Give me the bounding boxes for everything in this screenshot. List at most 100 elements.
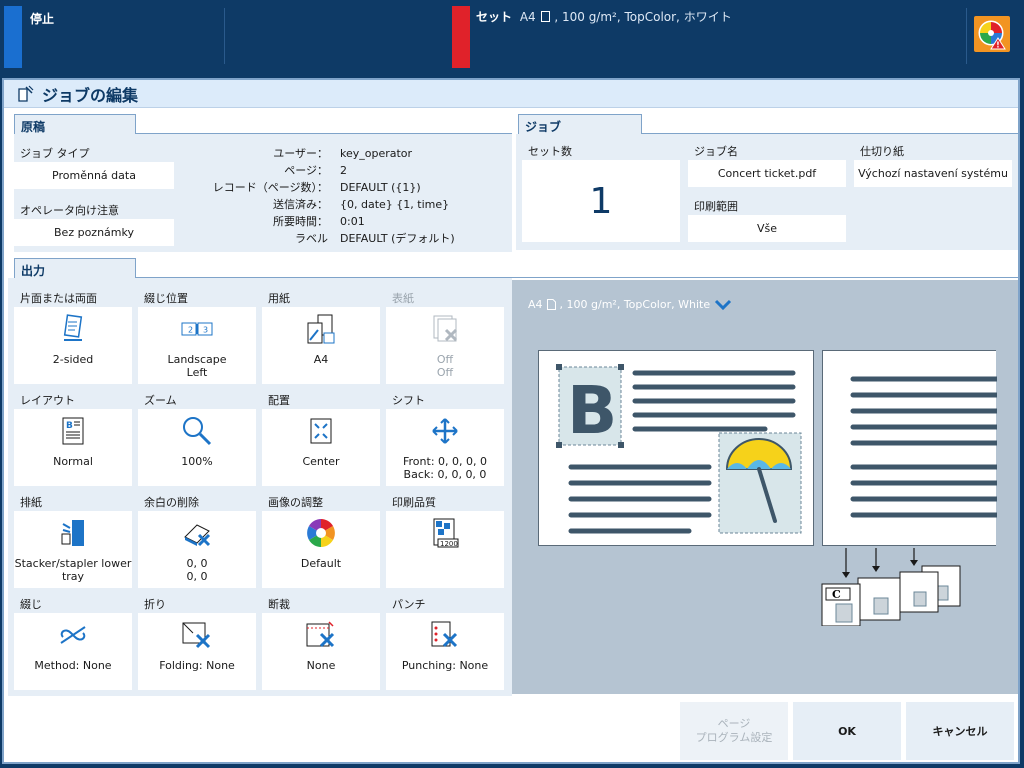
zoom-icon	[180, 415, 214, 447]
info-key: ラベル	[295, 232, 328, 245]
tile-label: ズーム	[138, 388, 256, 409]
info-row-label: ラベル DEFAULT (デフォルト)	[184, 231, 504, 247]
tile-label: 余白の削除	[138, 490, 256, 511]
media-icon	[304, 313, 338, 345]
operator-note-field[interactable]: Bez poznámky	[14, 219, 174, 246]
tile-value: 2-sided	[52, 353, 94, 366]
button-label: プログラム設定	[695, 731, 773, 744]
chevron-down-icon	[715, 299, 732, 310]
tile-label: パンチ	[386, 592, 504, 613]
tile-value: Default	[300, 557, 342, 570]
tile-label: 綴じ位置	[138, 286, 256, 307]
punching-tile[interactable]: パンチ Punching: None	[386, 592, 504, 690]
tile-value: Stacker/stapler lower	[14, 557, 132, 570]
tile-value: Center	[302, 455, 340, 468]
tile-value: None	[306, 659, 336, 672]
binding-edge-icon: 23	[180, 313, 214, 345]
color-wheel-icon	[304, 517, 338, 549]
job-name-label: ジョブ名	[688, 138, 846, 160]
preview-media-details: , 100 g/m², TopColor, White	[559, 298, 711, 311]
tile-value: Punching: None	[401, 659, 489, 672]
print-preview: A4 , 100 g/m², TopColor, White B C	[512, 280, 1018, 694]
ok-button[interactable]: OK	[793, 702, 901, 760]
edit-document-icon	[18, 85, 34, 102]
shift-tile[interactable]: シフト Front: 0, 0, 0, 0 Back: 0, 0, 0, 0	[386, 388, 504, 486]
button-label: ページ	[717, 717, 751, 730]
preview-media-selector[interactable]: A4 , 100 g/m², TopColor, White	[528, 298, 732, 311]
media-tile[interactable]: 用紙 A4	[262, 286, 380, 384]
tile-value: Off	[436, 353, 454, 366]
tab-original: 原稿	[14, 114, 136, 134]
output-tray-tile[interactable]: 排紙 Stacker/stapler lower tray	[14, 490, 132, 588]
info-value: key_operator	[340, 147, 413, 160]
tile-label: 排紙	[14, 490, 132, 511]
media-status[interactable]: セット A4 , 100 g/m², TopColor, ホワイト	[476, 8, 732, 25]
zoom-tile[interactable]: ズーム 100%	[138, 388, 256, 486]
paper-icon	[540, 11, 550, 22]
tile-label: シフト	[386, 388, 504, 409]
separator-field[interactable]: Výchozí nastavení systému	[854, 160, 1012, 187]
info-key: レコード（ページ数）：	[212, 181, 328, 194]
tile-value: tray	[61, 570, 85, 583]
info-value: {0, date} {1, time}	[340, 198, 450, 211]
info-key: ユーザー：	[273, 147, 328, 160]
preview-page-back	[822, 350, 1000, 546]
sets-field[interactable]: 1	[522, 160, 680, 242]
info-row-user: ユーザー： key_operator	[184, 146, 504, 162]
output-stack-illustration: C	[821, 548, 961, 626]
info-value: 0:01	[340, 215, 365, 228]
operator-note-label: オペレータ向け注意	[14, 197, 174, 219]
info-row-submitted: 送信済み： {0, date} {1, time}	[184, 197, 504, 213]
status-bar: 停止 セット A4 , 100 g/m², TopColor, ホワイト !	[0, 0, 1024, 78]
tile-label: 用紙	[262, 286, 380, 307]
trimming-tile[interactable]: 断裁 None	[262, 592, 380, 690]
page-program-button: ページ プログラム設定	[680, 702, 788, 760]
cancel-button[interactable]: キャンセル	[906, 702, 1014, 760]
color-warning-icon: !	[978, 20, 1006, 50]
preview-letter: B	[567, 372, 617, 449]
svg-text:3: 3	[203, 326, 208, 335]
media-warning-indicator	[452, 6, 470, 68]
printer-state-label[interactable]: 停止	[30, 10, 54, 27]
printer-state-indicator	[4, 6, 22, 68]
tile-label: 断裁	[262, 592, 380, 613]
print-range-field[interactable]: Vše	[688, 215, 846, 242]
tile-label: 画像の調整	[262, 490, 380, 511]
print-quality-tile[interactable]: 印刷品質 1200	[386, 490, 504, 588]
tile-value: Left	[186, 366, 208, 379]
tile-value: Method: None	[34, 659, 112, 672]
job-type-field[interactable]: Proměnná data	[14, 162, 174, 189]
binding-edge-tile[interactable]: 綴じ位置 23 Landscape Left	[138, 286, 256, 384]
tile-value: Folding: None	[159, 659, 235, 672]
job-name-field[interactable]: Concert ticket.pdf	[688, 160, 846, 187]
folding-tile[interactable]: 折り Folding: None	[138, 592, 256, 690]
info-key: 送信済み：	[273, 198, 328, 211]
divider	[224, 8, 225, 64]
window-title-bar: ジョブの編集	[4, 80, 1018, 108]
edge-erase-tile[interactable]: 余白の削除 0, 0 0, 0	[138, 490, 256, 588]
media-size: A4	[519, 10, 536, 24]
image-adjust-tile[interactable]: 画像の調整 Default	[262, 490, 380, 588]
color-warning-button[interactable]: !	[974, 16, 1010, 52]
tile-value: A4	[313, 353, 329, 366]
tile-value: 0, 0	[186, 557, 208, 570]
alignment-icon	[304, 415, 338, 447]
separator-label: 仕切り紙	[854, 138, 1012, 160]
info-value: DEFAULT ({1})	[340, 181, 421, 194]
sets-label: セット数	[522, 138, 680, 160]
svg-text:B: B	[66, 421, 73, 431]
duplex-tile[interactable]: 片面または両面 2-sided	[14, 286, 132, 384]
print-range-label: 印刷範囲	[688, 193, 846, 215]
tile-label: 表紙	[386, 286, 504, 307]
layout-tile[interactable]: レイアウト B Normal	[14, 388, 132, 486]
media-status-label: セット	[476, 10, 513, 24]
tab-output: 出力	[14, 258, 136, 278]
info-key: 所要時間：	[273, 215, 328, 228]
page-title: ジョブの編集	[42, 85, 139, 105]
alignment-tile[interactable]: 配置 Center	[262, 388, 380, 486]
duplex-icon	[56, 313, 90, 345]
print-quality-icon: 1200	[428, 517, 462, 549]
tile-label: 綴じ	[14, 592, 132, 613]
svg-text:!: !	[996, 41, 1000, 50]
staple-tile[interactable]: 綴じ Method: None	[14, 592, 132, 690]
